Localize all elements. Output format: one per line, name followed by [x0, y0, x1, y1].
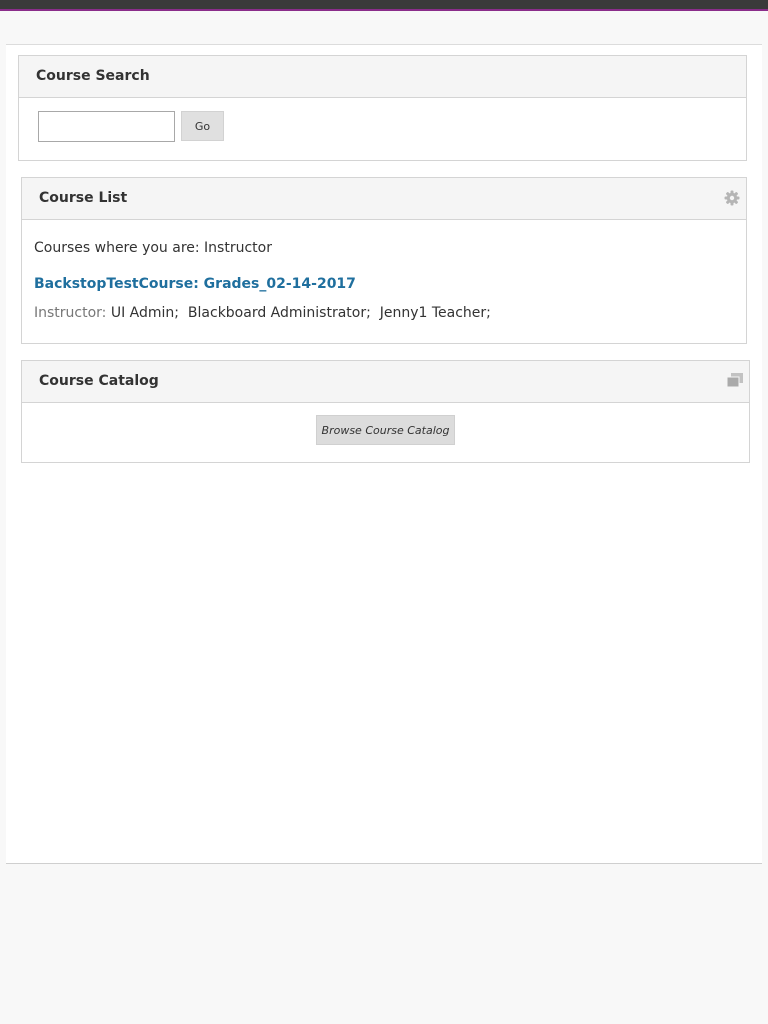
course-catalog-module: Course Catalog Browse Course Catalog: [21, 360, 750, 463]
course-list-title: Course List: [39, 190, 128, 206]
top-navigation-bar: [0, 0, 768, 11]
courses-role-text: Courses where you are: Instructor: [34, 240, 272, 256]
go-button[interactable]: Go: [181, 111, 224, 141]
gear-icon[interactable]: [724, 190, 740, 206]
course-search-header: Course Search: [19, 56, 746, 98]
course-instructors: Instructor: UI Admin; Blackboard Adminis…: [34, 305, 491, 321]
course-catalog-title: Course Catalog: [39, 373, 159, 389]
course-list-module: Course List Courses where you are: Instr…: [21, 177, 747, 344]
course-search-title: Course Search: [36, 68, 150, 84]
course-list-header: Course List: [22, 178, 746, 220]
windows-icon[interactable]: [727, 373, 743, 387]
course-search-module: Course Search Go: [18, 55, 747, 161]
main-content: Course Search Go Course List Courses whe…: [6, 44, 762, 864]
course-catalog-header: Course Catalog: [22, 361, 749, 403]
course-search-input[interactable]: [38, 111, 175, 142]
instructor-label: Instructor:: [34, 305, 107, 321]
browse-course-catalog-button[interactable]: Browse Course Catalog: [316, 415, 455, 445]
course-link[interactable]: BackstopTestCourse: Grades_02-14-2017: [34, 276, 356, 292]
instructor-names: UI Admin; Blackboard Administrator; Jenn…: [106, 305, 491, 321]
